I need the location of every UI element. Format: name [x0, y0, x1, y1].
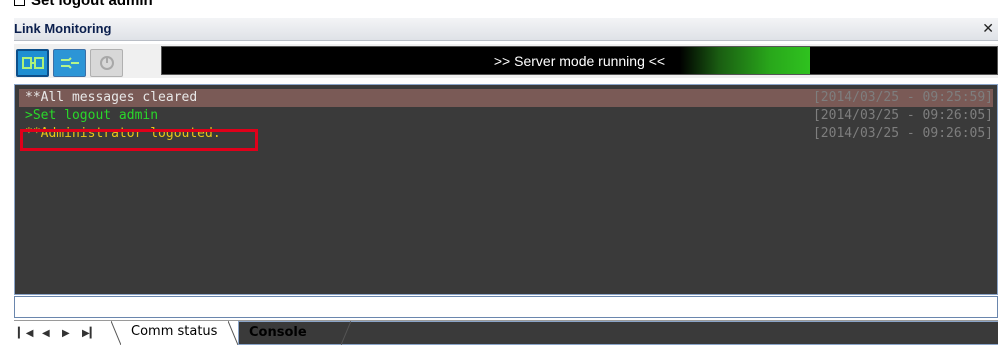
toolbar: >> Server mode running <<: [14, 44, 998, 78]
page: Set logout admin Link Monitoring ✕ >> Se…: [0, 0, 998, 351]
prev-icon[interactable]: ◀: [42, 328, 50, 339]
first-icon[interactable]: ▎◀: [18, 328, 33, 339]
console-log[interactable]: **All messages cleared [2014/03/25 - 09:…: [14, 84, 998, 295]
server-status-text: >> Server mode running <<: [493, 53, 666, 69]
console-row[interactable]: >Set logout admin [2014/03/25 - 09:26:05…: [19, 107, 993, 125]
highlight-annotation: [20, 129, 258, 151]
checkbox-icon: [14, 0, 25, 6]
tab-comm-status[interactable]: Comm status: [121, 321, 227, 345]
connect-button[interactable]: [53, 49, 86, 77]
console-timestamp: [2014/03/25 - 09:25:59]: [812, 90, 993, 105]
tab-strip: ▎◀ ◀ ▶ ▶▎ Comm status Console: [14, 320, 998, 351]
tab-separator: [111, 321, 121, 345]
server-status-bar: >> Server mode running <<: [161, 46, 998, 75]
disabled-link-icon: [99, 56, 114, 70]
console-row[interactable]: **All messages cleared [2014/03/25 - 09:…: [19, 89, 993, 107]
tab-console[interactable]: Console: [238, 321, 998, 345]
console-message: >Set logout admin: [25, 108, 159, 123]
connect-active-icon: [21, 57, 44, 69]
console-message: **All messages cleared: [25, 90, 198, 105]
connect-active-button[interactable]: [16, 49, 49, 77]
close-icon[interactable]: ✕: [982, 20, 994, 37]
command-input[interactable]: [14, 296, 998, 318]
console-timestamp: [2014/03/25 - 09:26:05]: [812, 126, 993, 141]
last-icon[interactable]: ▶▎: [82, 328, 97, 339]
window-title: Link Monitoring: [14, 21, 112, 36]
tab-separator: [228, 321, 238, 345]
window-titlebar: Link Monitoring ✕: [14, 18, 998, 41]
next-icon[interactable]: ▶: [62, 328, 70, 339]
tab-separator: [341, 321, 351, 345]
disabled-link-button[interactable]: [90, 49, 123, 77]
section-caption-label: Set logout admin: [31, 0, 153, 9]
connect-icon: [60, 57, 79, 69]
console-timestamp: [2014/03/25 - 09:26:05]: [812, 108, 993, 123]
section-caption: Set logout admin: [14, 0, 153, 9]
